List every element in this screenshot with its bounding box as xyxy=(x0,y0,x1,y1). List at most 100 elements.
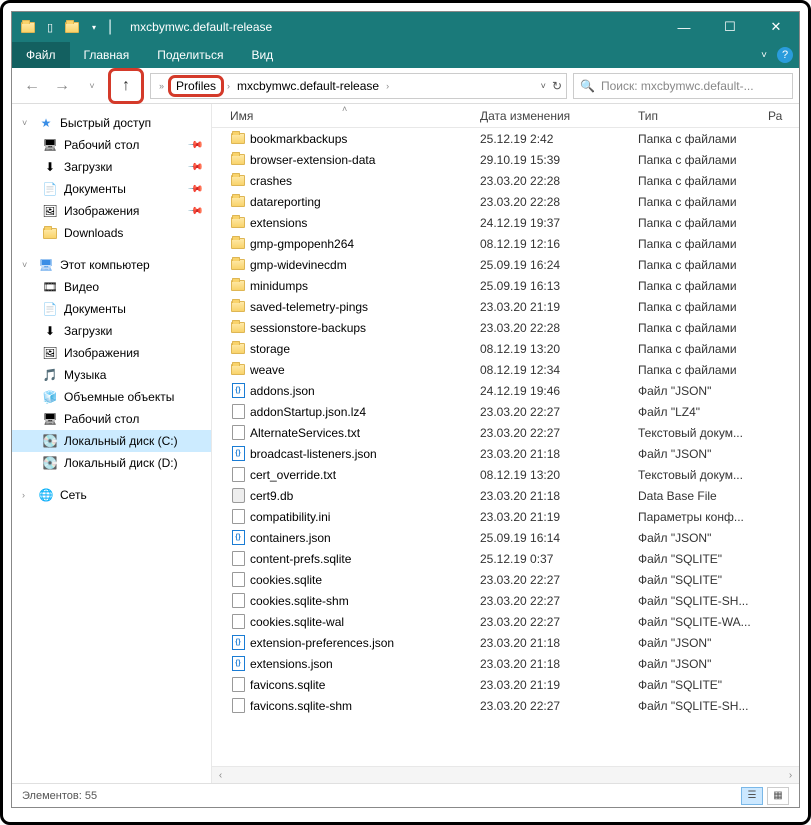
file-name: weave xyxy=(250,363,285,377)
refresh-button[interactable]: ↻ xyxy=(552,79,562,93)
file-row[interactable]: minidumps25.09.19 16:13Папка с файлами xyxy=(212,275,797,296)
3d-icon: 🧊 xyxy=(42,389,58,405)
nav-up-button[interactable]: ↑ xyxy=(112,72,140,100)
scroll-left-icon[interactable]: ‹ xyxy=(212,767,229,783)
help-icon[interactable]: ? xyxy=(777,47,793,63)
sidebar-item[interactable]: ⬇Загрузки📌 xyxy=(12,156,211,178)
file-date: 08.12.19 13:20 xyxy=(480,342,638,356)
json-icon: {} xyxy=(230,446,246,462)
file-row[interactable]: favicons.sqlite23.03.20 21:19Файл "SQLIT… xyxy=(212,674,797,695)
drive-icon: 💽 xyxy=(42,433,58,449)
sidebar-item[interactable]: 🎞Видео xyxy=(12,276,211,298)
col-type-header[interactable]: Тип xyxy=(638,109,768,123)
file-row[interactable]: AlternateServices.txt23.03.20 22:27Текст… xyxy=(212,422,797,443)
file-type: Папка с файлами xyxy=(638,363,768,377)
sidebar-this-pc[interactable]: ˅🖥Этот компьютер xyxy=(12,254,211,276)
file-row[interactable]: sessionstore-backups23.03.20 22:28Папка … xyxy=(212,317,797,338)
sidebar-item[interactable]: 🖥Рабочий стол xyxy=(12,408,211,430)
crumb-current[interactable]: mxcbymwc.default-release xyxy=(233,74,383,98)
address-dropdown-icon[interactable]: ˅ xyxy=(541,81,546,91)
sidebar-item[interactable]: ⬇Загрузки xyxy=(12,320,211,342)
file-row[interactable]: gmp-gmpopenh26408.12.19 12:16Папка с фай… xyxy=(212,233,797,254)
file-row[interactable]: cookies.sqlite-wal23.03.20 22:27Файл "SQ… xyxy=(212,611,797,632)
file-row[interactable]: compatibility.ini23.03.20 21:19Параметры… xyxy=(212,506,797,527)
view-details-button[interactable]: ☰ xyxy=(741,787,763,805)
chevron-right-icon[interactable]: › xyxy=(224,81,233,91)
file-name: cert9.db xyxy=(250,489,293,503)
file-name: crashes xyxy=(250,174,292,188)
pictures-icon: 🖼 xyxy=(42,345,58,361)
file-row[interactable]: saved-telemetry-pings23.03.20 21:19Папка… xyxy=(212,296,797,317)
horizontal-scrollbar[interactable]: ‹ › xyxy=(212,766,799,783)
sidebar-network[interactable]: ›🌐Сеть xyxy=(12,484,211,506)
file-row[interactable]: browser-extension-data29.10.19 15:39Папк… xyxy=(212,149,797,170)
file-row[interactable]: crashes23.03.20 22:28Папка с файлами xyxy=(212,170,797,191)
file-row[interactable]: {}extensions.json23.03.20 21:18Файл "JSO… xyxy=(212,653,797,674)
maximize-button[interactable]: ☐ xyxy=(707,12,753,42)
file-row[interactable]: bookmarkbackups25.12.19 2:42Папка с файл… xyxy=(212,128,797,149)
qat-newfolder-icon[interactable] xyxy=(64,19,80,35)
folder-icon xyxy=(230,173,246,189)
sidebar-item[interactable]: 🎵Музыка xyxy=(12,364,211,386)
view-icons-button[interactable]: ▦ xyxy=(767,787,789,805)
sidebar-quick-access[interactable]: ˅★Быстрый доступ xyxy=(12,112,211,134)
file-list[interactable]: bookmarkbackups25.12.19 2:42Папка с файл… xyxy=(212,128,799,766)
sidebar-item[interactable]: 🖼Изображения xyxy=(12,342,211,364)
file-row[interactable]: extensions24.12.19 19:37Папка с файлами xyxy=(212,212,797,233)
nav-forward-button[interactable]: → xyxy=(48,72,76,100)
close-button[interactable]: ✕ xyxy=(753,12,799,42)
file-row[interactable]: {}extension-preferences.json23.03.20 21:… xyxy=(212,632,797,653)
file-row[interactable]: cert_override.txt08.12.19 13:20Текстовый… xyxy=(212,464,797,485)
file-row[interactable]: addonStartup.json.lz423.03.20 22:27Файл … xyxy=(212,401,797,422)
file-row[interactable]: cert9.db23.03.20 21:18Data Base File xyxy=(212,485,797,506)
file-row[interactable]: favicons.sqlite-shm23.03.20 22:27Файл "S… xyxy=(212,695,797,716)
minimize-button[interactable]: — xyxy=(661,12,707,42)
search-input[interactable]: 🔍 Поиск: mxcbymwc.default-... xyxy=(573,73,793,99)
pictures-icon: 🖼 xyxy=(42,203,58,219)
file-row[interactable]: {}addons.json24.12.19 19:46Файл "JSON" xyxy=(212,380,797,401)
file-name: content-prefs.sqlite xyxy=(250,552,351,566)
ribbon-expand-icon[interactable]: ˅ xyxy=(761,50,767,61)
file-type: Папка с файлами xyxy=(638,258,768,272)
file-row[interactable]: storage08.12.19 13:20Папка с файлами xyxy=(212,338,797,359)
drive-icon: 💽 xyxy=(42,455,58,471)
file-row[interactable]: weave08.12.19 12:34Папка с файлами xyxy=(212,359,797,380)
nav-recent-dropdown[interactable]: ˅ xyxy=(78,72,106,100)
crumb-root-icon[interactable]: » xyxy=(155,74,168,98)
sidebar-item[interactable]: 📄Документы xyxy=(12,298,211,320)
file-icon xyxy=(230,698,246,714)
file-row[interactable]: content-prefs.sqlite25.12.19 0:37Файл "S… xyxy=(212,548,797,569)
menu-file[interactable]: Файл xyxy=(12,42,70,68)
menu-share[interactable]: Поделиться xyxy=(143,42,237,68)
address-bar[interactable]: » Profiles › mxcbymwc.default-release › … xyxy=(150,73,567,99)
scroll-right-icon[interactable]: › xyxy=(782,767,799,783)
qat-dropdown-icon[interactable]: ▾ xyxy=(86,19,102,35)
file-row[interactable]: cookies.sqlite-shm23.03.20 22:27Файл "SQ… xyxy=(212,590,797,611)
menu-home[interactable]: Главная xyxy=(70,42,144,68)
window-title: mxcbymwc.default-release xyxy=(120,20,661,34)
chevron-right-icon[interactable]: › xyxy=(383,81,392,91)
file-icon xyxy=(230,572,246,588)
sidebar-item[interactable]: 🖼Изображения📌 xyxy=(12,200,211,222)
file-row[interactable]: {}containers.json25.09.19 16:14Файл "JSO… xyxy=(212,527,797,548)
file-row[interactable]: gmp-widevinecdm25.09.19 16:24Папка с фай… xyxy=(212,254,797,275)
file-name: extensions xyxy=(250,216,307,230)
file-row[interactable]: {}broadcast-listeners.json23.03.20 21:18… xyxy=(212,443,797,464)
sidebar-item[interactable]: 🧊Объемные объекты xyxy=(12,386,211,408)
sidebar-item[interactable]: 🖥Рабочий стол📌 xyxy=(12,134,211,156)
file-row[interactable]: cookies.sqlite23.03.20 22:27Файл "SQLITE… xyxy=(212,569,797,590)
nav-back-button[interactable]: ← xyxy=(18,72,46,100)
sidebar-item[interactable]: 💽Локальный диск (C:) xyxy=(12,430,211,452)
qat-properties-icon[interactable]: ▯ xyxy=(42,19,58,35)
menu-view[interactable]: Вид xyxy=(237,42,287,68)
col-size-header[interactable]: Ра xyxy=(768,109,790,123)
sidebar-item[interactable]: 💽Локальный диск (D:) xyxy=(12,452,211,474)
file-row[interactable]: datareporting23.03.20 22:28Папка с файла… xyxy=(212,191,797,212)
sidebar-item[interactable]: Downloads xyxy=(12,222,211,244)
file-date: 23.03.20 22:27 xyxy=(480,594,638,608)
crumb-profiles[interactable]: Profiles xyxy=(172,79,220,93)
col-date-header[interactable]: Дата изменения xyxy=(480,109,638,123)
sidebar-item[interactable]: 📄Документы📌 xyxy=(12,178,211,200)
file-name: bookmarkbackups xyxy=(250,132,347,146)
pin-icon: 📌 xyxy=(186,181,203,198)
